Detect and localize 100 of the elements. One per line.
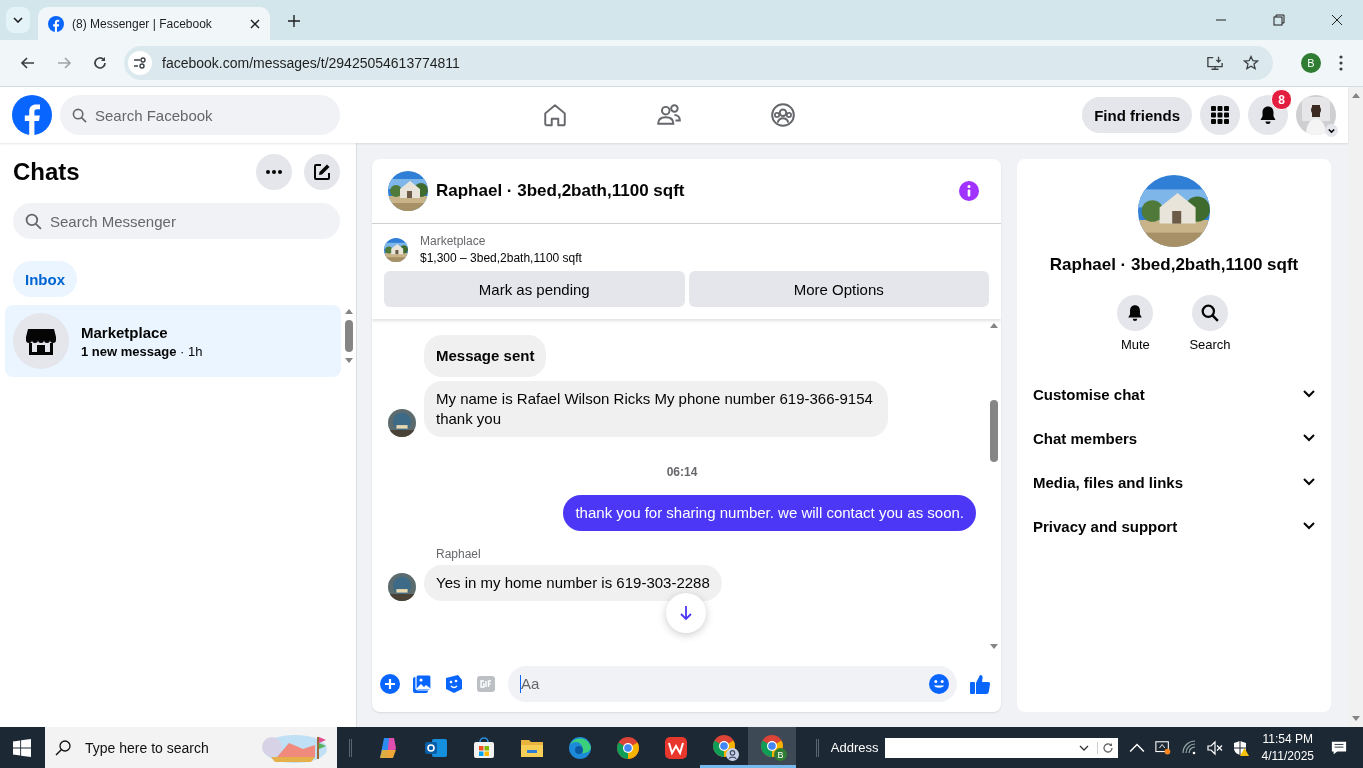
taskbar-search-field[interactable]: Type here to search	[45, 727, 337, 768]
chrome-icon	[760, 734, 784, 758]
friends-icon[interactable]	[656, 102, 682, 128]
clock-time[interactable]: 11:54 PM	[1262, 730, 1313, 748]
search-button[interactable]	[1192, 295, 1228, 331]
mark-pending-button[interactable]: Mark as pending	[384, 271, 685, 307]
account-caret-icon[interactable]	[1325, 124, 1338, 137]
new-tab-icon[interactable]	[288, 15, 300, 27]
emoji-icon[interactable]	[929, 673, 949, 694]
compose-icon	[313, 163, 331, 181]
message-input[interactable]: Aa	[508, 665, 957, 702]
message-bubble: thank you for sharing number. we will contact you as soon.	[563, 495, 976, 531]
search-icon	[1201, 304, 1219, 322]
arrow-down-icon	[678, 605, 694, 621]
chats-heading: Chats	[13, 158, 81, 186]
scrollbar[interactable]	[1348, 87, 1363, 727]
sender-name: Raphael	[436, 547, 482, 561]
reload-icon[interactable]	[92, 55, 108, 71]
mute-label: Mute	[1120, 337, 1150, 352]
search-icon	[55, 739, 71, 756]
site-info-icon[interactable]	[128, 51, 152, 75]
groups-icon[interactable]	[770, 102, 796, 128]
mute-button[interactable]	[1117, 295, 1154, 331]
sticker-icon[interactable]	[444, 673, 464, 694]
photo-icon[interactable]	[412, 673, 432, 694]
scroll-down-icon[interactable]	[1351, 716, 1360, 721]
inbox-tab[interactable]: Inbox	[13, 261, 77, 297]
options-button[interactable]	[256, 154, 292, 190]
bell-icon	[1258, 105, 1278, 125]
more-menu-icon[interactable]	[1339, 55, 1343, 71]
tab-list-button[interactable]	[6, 7, 30, 33]
scroll-up-icon[interactable]	[344, 309, 353, 314]
address-toolbar-field[interactable]	[884, 737, 1118, 758]
search-label: Search	[1189, 337, 1231, 352]
listing-source: Marketplace	[420, 234, 487, 248]
search-field[interactable]: Search Messenger	[13, 203, 340, 239]
scroll-up-icon[interactable]	[989, 323, 998, 328]
close-tab-icon[interactable]	[250, 18, 260, 29]
dropdown-caret-icon[interactable]	[1078, 744, 1089, 751]
security-warning-icon[interactable]	[1232, 739, 1249, 756]
sync-screen-icon[interactable]	[1154, 739, 1171, 756]
scroll-to-bottom-button[interactable]	[666, 593, 706, 633]
listing-title: $1,300 – 3bed,2bath,1100 sqft	[420, 251, 582, 265]
scroll-down-icon[interactable]	[344, 358, 353, 363]
section-header[interactable]: Customise chat	[1025, 372, 1323, 416]
info-icon[interactable]	[959, 181, 979, 201]
guest-profile-icon	[726, 748, 739, 761]
profile-badge: B	[774, 748, 787, 761]
section-header[interactable]: Chat members	[1025, 416, 1323, 460]
bell-icon	[1126, 304, 1145, 322]
wps-office-icon	[664, 735, 688, 760]
thumbs-up-icon[interactable]	[969, 672, 991, 695]
notification-count: 8	[1271, 89, 1292, 110]
search-icon	[72, 107, 87, 123]
timestamp: 06:14	[666, 465, 698, 479]
scroll-down-icon[interactable]	[989, 644, 998, 649]
message-bubble: Message sent	[424, 335, 547, 377]
notification-center-icon[interactable]	[1331, 739, 1347, 756]
conversation-title: Raphael · 3bed,2bath,1100 sqft	[436, 181, 685, 201]
more-options-button[interactable]: More Options	[688, 271, 989, 307]
facebook-logo-icon[interactable]	[12, 95, 52, 135]
conversation-name: Marketplace	[81, 323, 169, 341]
chrome-taskbar-button[interactable]: B	[748, 727, 796, 768]
new-message-button[interactable]	[304, 154, 340, 190]
search-icon	[25, 212, 42, 230]
speaker-muted-icon[interactable]	[1206, 739, 1223, 756]
find-friends-button[interactable]: Find friends	[1082, 97, 1192, 133]
message-bubble: Yes in my home number is 619-303-2288	[424, 565, 722, 601]
section-header[interactable]: Media, files and links	[1025, 460, 1323, 504]
restore-icon[interactable]	[1273, 14, 1285, 26]
address-label: Address	[830, 740, 879, 755]
section-header[interactable]: Privacy and support	[1025, 504, 1323, 548]
store-icon	[26, 327, 56, 355]
home-icon[interactable]	[542, 102, 568, 128]
address-field[interactable]: facebook.com/messages/t/29425054613774811	[124, 46, 1273, 80]
grid-menu-icon	[1210, 105, 1230, 125]
bookmark-star-icon[interactable]	[1243, 55, 1259, 71]
message-bubble: My name is Rafael Wilson Ricks My phone number 619-366-9154 thank you	[424, 381, 888, 437]
menu-button[interactable]	[1200, 95, 1240, 135]
facebook-logo-icon	[48, 15, 64, 32]
wifi-icon[interactable]	[1180, 739, 1197, 756]
install-app-icon[interactable]	[1207, 55, 1223, 71]
chevron-down-icon	[13, 17, 23, 23]
plus-icon[interactable]	[380, 673, 400, 694]
search-field[interactable]: Search Facebook	[60, 95, 340, 135]
clock-date[interactable]: 4/11/2025	[1261, 747, 1314, 765]
conversation-item[interactable]: Marketplace 1 new message · 1h	[5, 305, 341, 377]
close-icon[interactable]	[1331, 14, 1343, 26]
conversation-preview: 1 new message · 1h	[81, 343, 203, 359]
scrollbar-thumb[interactable]	[344, 320, 353, 352]
back-icon[interactable]	[20, 55, 36, 71]
start-icon[interactable]	[13, 738, 31, 757]
scroll-up-icon[interactable]	[1351, 93, 1360, 98]
browser-tab[interactable]: (8) Messenger | Facebook	[38, 7, 270, 40]
notifications-button[interactable]	[1248, 95, 1288, 135]
scrollbar-thumb[interactable]	[989, 400, 998, 462]
edge-icon	[568, 735, 592, 760]
store-icon	[472, 735, 496, 760]
profile-avatar[interactable]: B	[1301, 53, 1321, 73]
contact-name: Raphael · 3bed,2bath,1100 sqft	[1049, 255, 1299, 275]
